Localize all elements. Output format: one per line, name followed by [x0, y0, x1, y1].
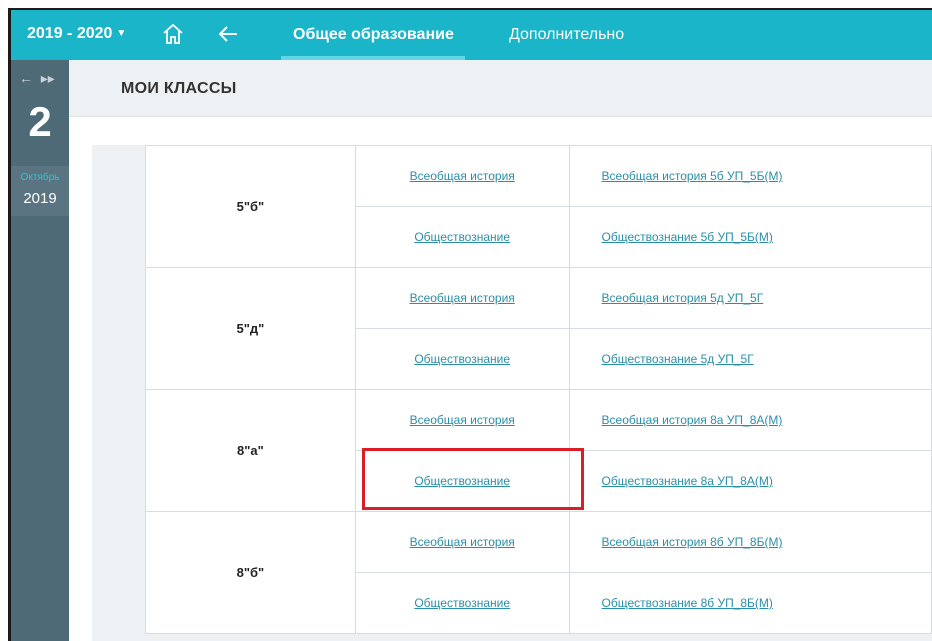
date-nav: ← ▸▸	[19, 70, 55, 87]
course-link[interactable]: Всеобщая история 8а УП_8А(М)	[602, 413, 783, 427]
subject-link[interactable]: Всеобщая история	[410, 169, 515, 183]
table-row: 8"а" Всеобщая история Всеобщая история 8…	[145, 389, 932, 512]
fast-forward-icon[interactable]: ▸▸	[41, 70, 55, 86]
tab-additional[interactable]: Дополнительно	[509, 26, 624, 44]
course-link[interactable]: Всеобщая история 5д УП_5Г	[602, 291, 764, 305]
subject-link[interactable]: Обществознание	[414, 230, 510, 244]
back-arrow-icon[interactable]	[217, 22, 239, 46]
year-label: 2019 - 2020	[27, 25, 113, 42]
classes-table: 5"б" Всеобщая история Всеобщая история 5…	[145, 145, 932, 634]
subject-link[interactable]: Обществознание	[414, 596, 510, 610]
class-name: 8"а"	[145, 389, 356, 512]
year-number: 2019	[23, 190, 57, 207]
course-link[interactable]: Обществознание 5б УП_5Б(М)	[602, 230, 773, 244]
course-link[interactable]: Обществознание 5д УП_5Г	[602, 352, 754, 366]
table-row: 8"б" Всеобщая история Всеобщая история 8…	[145, 511, 932, 634]
day-number: 2	[28, 98, 52, 145]
subject-link[interactable]: Всеобщая история	[410, 291, 515, 305]
course-link[interactable]: Обществознание 8а УП_8А(М)	[602, 474, 773, 488]
subject-link[interactable]: Обществознание	[414, 352, 510, 366]
page-header: МОИ КЛАССЫ	[69, 60, 932, 117]
class-name: 5"д"	[145, 267, 356, 390]
month-label: Октябрь	[20, 172, 60, 183]
table-row: 5"д" Всеобщая история Всеобщая история 5…	[145, 267, 932, 390]
prev-arrow-icon[interactable]: ←	[19, 70, 33, 86]
table-row: 5"б" Всеобщая история Всеобщая история 5…	[145, 145, 932, 268]
highlight-box	[362, 448, 584, 510]
page-title: МОИ КЛАССЫ	[121, 80, 237, 97]
top-bar: 2019 - 2020 ▼ Общее образование Дополните…	[11, 10, 932, 60]
year-selector[interactable]: 2019 - 2020 ▼	[27, 25, 126, 43]
subject-link[interactable]: Всеобщая история	[410, 535, 515, 549]
tab-general-education[interactable]: Общее образование	[293, 26, 454, 44]
class-name: 5"б"	[145, 145, 356, 268]
class-name: 8"б"	[145, 511, 356, 634]
caret-down-icon: ▼	[116, 28, 127, 39]
home-icon[interactable]	[161, 22, 185, 46]
course-link[interactable]: Всеобщая история 8б УП_8Б(М)	[602, 535, 783, 549]
course-link[interactable]: Обществознание 8б УП_8Б(М)	[602, 596, 773, 610]
date-sidebar: ← ▸▸ 2 Октябрь 2019	[11, 60, 69, 641]
subject-link[interactable]: Всеобщая история	[410, 413, 515, 427]
course-link[interactable]: Всеобщая история 5б УП_5Б(М)	[602, 169, 783, 183]
